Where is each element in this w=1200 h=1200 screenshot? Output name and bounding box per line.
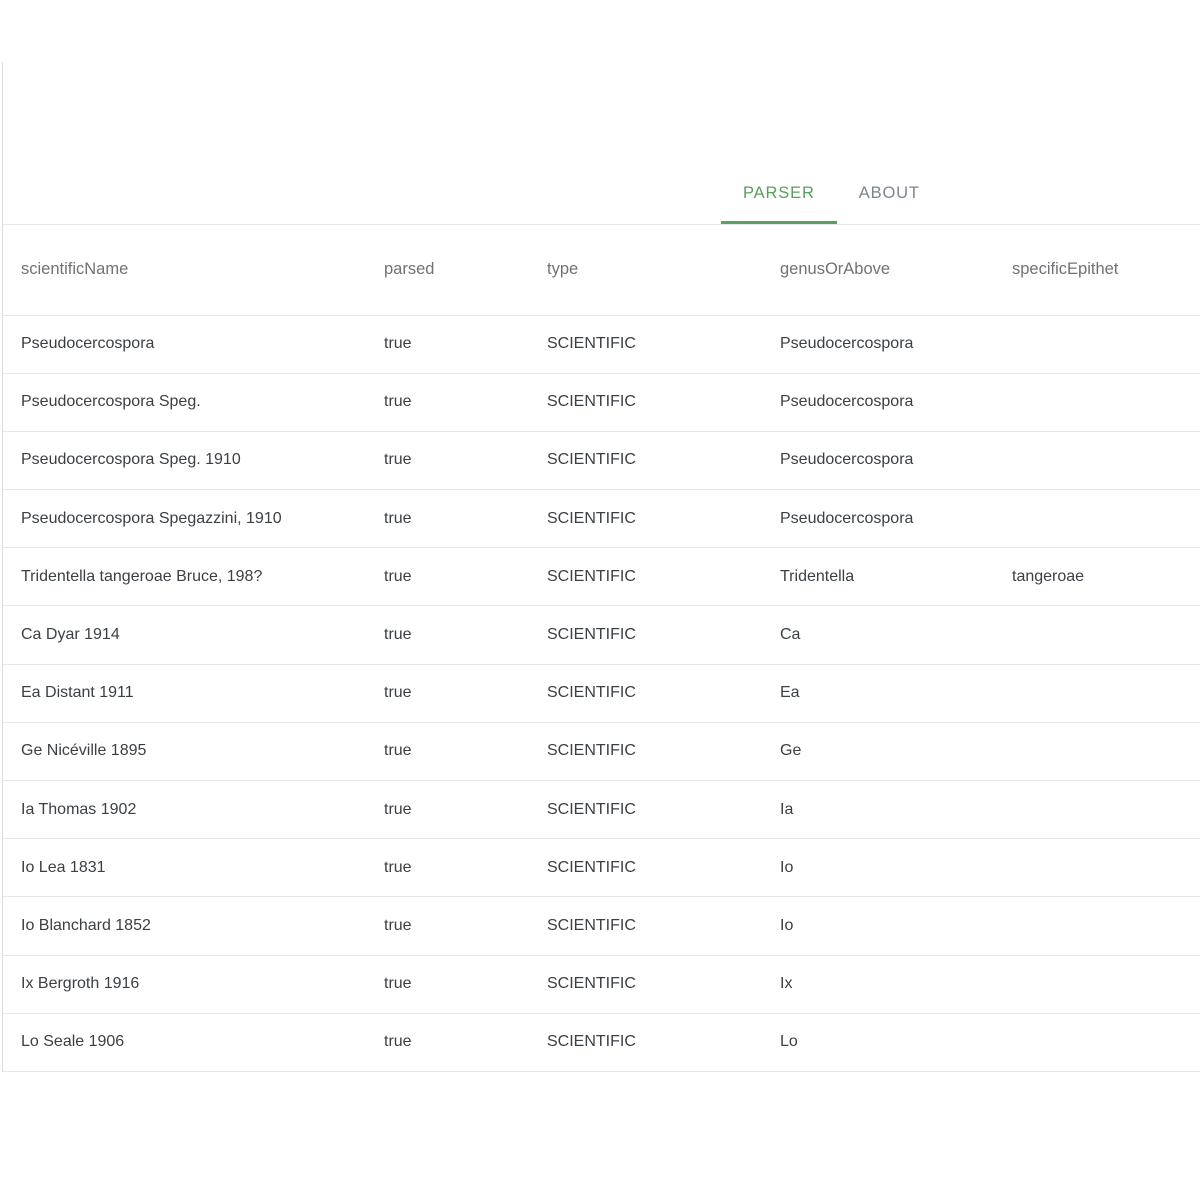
cell-scientificName: Ge Nicéville 1895: [3, 722, 366, 782]
cell-specificEpithet: [994, 315, 1200, 374]
cell-scientificName: Pseudocercospora Speg.: [3, 373, 366, 432]
cell-specificEpithet: [994, 896, 1200, 956]
column-header-scientificName[interactable]: scientificName: [3, 225, 366, 316]
cell-specificEpithet: [994, 1013, 1200, 1072]
tab-parser[interactable]: PARSER: [721, 162, 837, 224]
cell-scientificName: Ca Dyar 1914: [3, 605, 366, 665]
cell-scientificName: Io Lea 1831: [3, 838, 366, 898]
results-table-container: scientificName parsed type genusOrAbove spec…: [3, 225, 1200, 1072]
cell-scientificName: Ix Bergroth 1916: [3, 955, 366, 1014]
cell-type: SCIENTIFIC: [529, 722, 762, 782]
table-row[interactable]: Ge Nicéville 1895 true SCIENTIFIC Ge: [3, 722, 1200, 782]
cell-specificEpithet: [994, 373, 1200, 432]
cell-parsed: true: [366, 489, 529, 549]
table-header-row: scientificName parsed type genusOrAbove spec…: [3, 225, 1200, 316]
table-row[interactable]: Ix Bergroth 1916 true SCIENTIFIC Ix: [3, 955, 1200, 1014]
tab-about[interactable]: ABOUT: [837, 162, 942, 224]
cell-genusOrAbove: Ca: [762, 605, 994, 665]
table-row[interactable]: Tridentella tangeroae Bruce, 198? true SCI…: [3, 547, 1200, 607]
cell-parsed: true: [366, 838, 529, 898]
table-row[interactable]: Io Lea 1831 true SCIENTIFIC Io: [3, 838, 1200, 898]
cell-parsed: true: [366, 722, 529, 782]
column-header-specificEpithet[interactable]: specificEpithet: [994, 225, 1200, 316]
cell-genusOrAbove: Pseudocercospora: [762, 315, 994, 374]
cell-genusOrAbove: Pseudocercospora: [762, 373, 994, 432]
table-row[interactable]: Ea Distant 1911 true SCIENTIFIC Ea: [3, 664, 1200, 723]
cell-type: SCIENTIFIC: [529, 1013, 762, 1072]
table-row[interactable]: Pseudocercospora Speg. 1910 true SCIENTIFI…: [3, 431, 1200, 491]
cell-parsed: true: [366, 780, 529, 840]
cell-type: SCIENTIFIC: [529, 896, 762, 956]
cell-parsed: true: [366, 896, 529, 956]
column-header-genusOrAbove[interactable]: genusOrAbove: [762, 225, 994, 316]
table-row[interactable]: Pseudocercospora Spegazzini, 1910 true SCI…: [3, 489, 1200, 549]
cell-genusOrAbove: Pseudocercospora: [762, 489, 994, 549]
cell-type: SCIENTIFIC: [529, 547, 762, 607]
tab-label: ABOUT: [858, 183, 920, 202]
cell-scientificName: Lo Seale 1906: [3, 1013, 366, 1072]
cell-scientificName: Tridentella tangeroae Bruce, 198?: [3, 547, 366, 607]
tab-bar: PARSER ABOUT: [3, 62, 1200, 225]
cell-type: SCIENTIFIC: [529, 780, 762, 840]
cell-specificEpithet: [994, 780, 1200, 840]
column-header-type[interactable]: type: [529, 225, 762, 316]
table-header: scientificName parsed type genusOrAbove spec…: [3, 225, 1200, 316]
cell-specificEpithet: [994, 605, 1200, 665]
parser-card: PARSER ABOUT scientificName parsed type genu…: [2, 62, 1200, 1072]
cell-parsed: true: [366, 605, 529, 665]
cell-genusOrAbove: Ia: [762, 780, 994, 840]
cell-parsed: true: [366, 664, 529, 723]
cell-genusOrAbove: Pseudocercospora: [762, 431, 994, 491]
cell-specificEpithet: [994, 489, 1200, 549]
cell-genusOrAbove: Io: [762, 896, 994, 956]
table-body: Pseudocercospora true SCIENTIFIC Pseudocerc…: [3, 315, 1200, 1072]
cell-scientificName: Ia Thomas 1902: [3, 780, 366, 840]
app-root: PARSER ABOUT scientificName parsed type genu…: [0, 0, 1200, 1200]
cell-scientificName: Pseudocercospora: [3, 315, 366, 374]
cell-parsed: true: [366, 315, 529, 374]
active-tab-indicator: [721, 221, 837, 224]
cell-parsed: true: [366, 431, 529, 491]
cell-specificEpithet: [994, 664, 1200, 723]
table-row[interactable]: Pseudocercospora Speg. true SCIENTIFIC Pseu…: [3, 373, 1200, 432]
cell-type: SCIENTIFIC: [529, 489, 762, 549]
cell-parsed: true: [366, 955, 529, 1014]
cell-scientificName: Pseudocercospora Speg. 1910: [3, 431, 366, 491]
cell-specificEpithet: [994, 838, 1200, 898]
cell-type: SCIENTIFIC: [529, 373, 762, 432]
table-row[interactable]: Ia Thomas 1902 true SCIENTIFIC Ia: [3, 780, 1200, 840]
cell-type: SCIENTIFIC: [529, 664, 762, 723]
cell-genusOrAbove: Tridentella: [762, 547, 994, 607]
table-row[interactable]: Lo Seale 1906 true SCIENTIFIC Lo: [3, 1013, 1200, 1072]
cell-parsed: true: [366, 373, 529, 432]
cell-type: SCIENTIFIC: [529, 315, 762, 374]
cell-specificEpithet: [994, 431, 1200, 491]
table-row[interactable]: Pseudocercospora true SCIENTIFIC Pseudocerc…: [3, 315, 1200, 374]
column-header-parsed[interactable]: parsed: [366, 225, 529, 316]
cell-specificEpithet: tangeroae: [994, 547, 1200, 607]
cell-specificEpithet: [994, 955, 1200, 1014]
cell-type: SCIENTIFIC: [529, 431, 762, 491]
cell-genusOrAbove: Ge: [762, 722, 994, 782]
cell-genusOrAbove: Ea: [762, 664, 994, 723]
cell-scientificName: Io Blanchard 1852: [3, 896, 366, 956]
table-row[interactable]: Io Blanchard 1852 true SCIENTIFIC Io: [3, 896, 1200, 956]
cell-specificEpithet: [994, 722, 1200, 782]
cell-genusOrAbove: Ix: [762, 955, 994, 1014]
cell-parsed: true: [366, 547, 529, 607]
cell-type: SCIENTIFIC: [529, 955, 762, 1014]
cell-genusOrAbove: Io: [762, 838, 994, 898]
tab-list: PARSER ABOUT: [721, 162, 942, 224]
cell-parsed: true: [366, 1013, 529, 1072]
cell-genusOrAbove: Lo: [762, 1013, 994, 1072]
parse-results-table: scientificName parsed type genusOrAbove spec…: [3, 225, 1200, 1072]
cell-scientificName: Ea Distant 1911: [3, 664, 366, 723]
cell-scientificName: Pseudocercospora Spegazzini, 1910: [3, 489, 366, 549]
cell-type: SCIENTIFIC: [529, 605, 762, 665]
tab-label: PARSER: [743, 183, 815, 202]
table-row[interactable]: Ca Dyar 1914 true SCIENTIFIC Ca: [3, 605, 1200, 665]
cell-type: SCIENTIFIC: [529, 838, 762, 898]
